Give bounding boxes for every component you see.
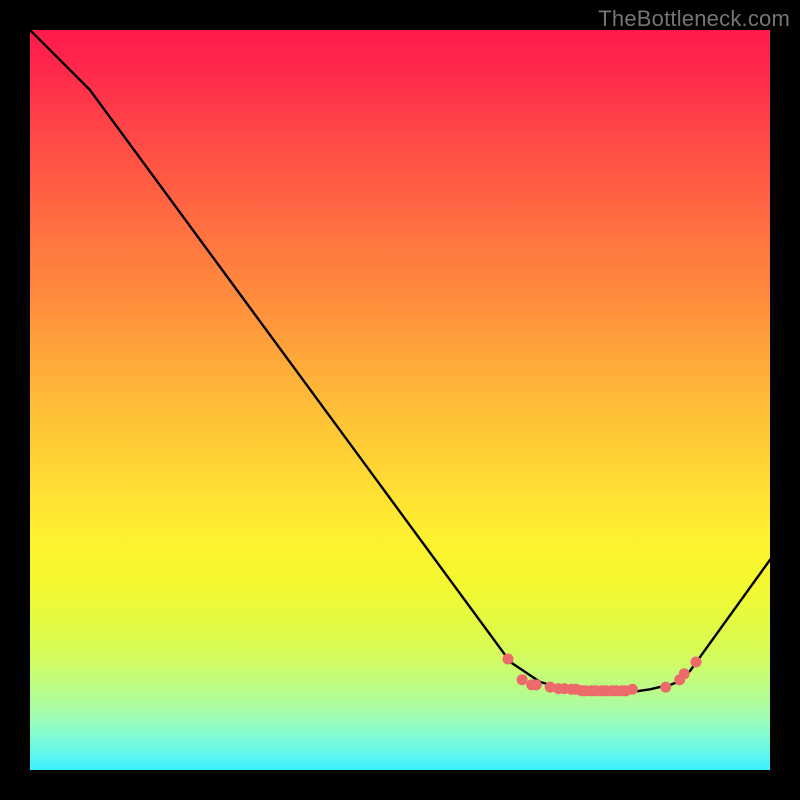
highlight-dot — [503, 654, 514, 665]
highlight-dot — [679, 668, 690, 679]
highlight-dot — [517, 674, 528, 685]
highlight-dot — [691, 657, 702, 668]
plot-area — [30, 30, 770, 770]
highlight-dots-group — [503, 654, 702, 697]
chart-frame: TheBottleneck.com — [0, 0, 800, 800]
chart-svg — [30, 30, 770, 770]
watermark-text: TheBottleneck.com — [598, 6, 790, 32]
highlight-dot — [531, 679, 542, 690]
highlight-dot — [660, 682, 671, 693]
bottleneck-curve — [30, 30, 770, 693]
highlight-dot — [627, 684, 638, 695]
